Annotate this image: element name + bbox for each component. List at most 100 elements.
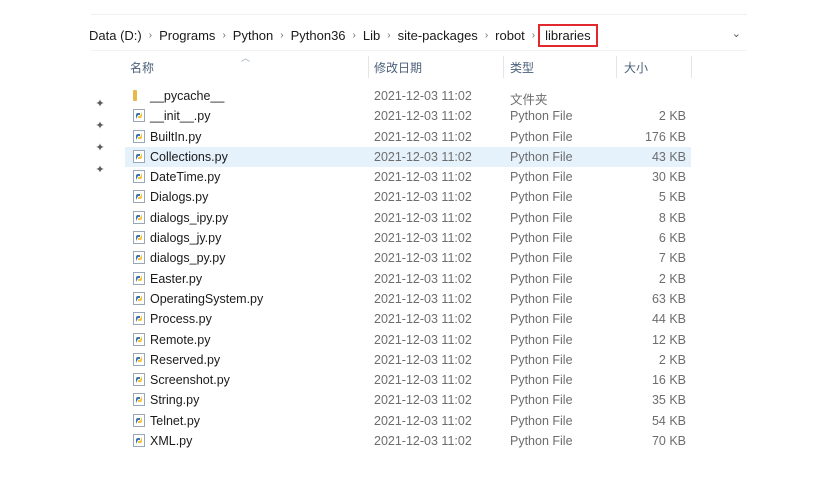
file-row[interactable]: __pycache__ 2021-12-03 11:02 文件夹: [125, 86, 691, 107]
file-date: 2021-12-03 11:02: [374, 332, 472, 347]
file-row[interactable]: Easter.py 2021-12-03 11:02 Python File 2 KB: [125, 269, 691, 289]
file-type: Python File: [510, 170, 573, 185]
file-name[interactable]: String.py: [150, 393, 199, 407]
breadcrumb-chevron-icon[interactable]: ›: [382, 30, 395, 41]
file-name[interactable]: Collections.py: [150, 150, 228, 164]
file-row[interactable]: __init__.py 2021-12-03 11:02 Python File 2 …: [125, 106, 691, 126]
column-divider[interactable]: [616, 56, 617, 78]
file-size: 70 KB: [651, 434, 686, 449]
file-row[interactable]: OperatingSystem.py 2021-12-03 11:02 Python…: [125, 289, 691, 309]
file-row[interactable]: dialogs_ipy.py 2021-12-03 11:02 Python Fil…: [125, 208, 691, 228]
pin-icon[interactable]: ✦: [94, 164, 106, 176]
file-row[interactable]: String.py 2021-12-03 11:02 Python File 35 K…: [125, 390, 691, 410]
file-date: 2021-12-03 11:02: [374, 149, 472, 164]
column-header-name[interactable]: 名称: [130, 59, 154, 76]
python-file-icon: [133, 312, 145, 326]
pin-icon[interactable]: ✦: [94, 98, 106, 110]
file-date: 2021-12-03 11:02: [374, 210, 472, 225]
file-size: 8 KB: [658, 210, 686, 225]
file-name[interactable]: __init__.py: [150, 109, 210, 123]
column-divider[interactable]: [503, 56, 504, 78]
file-row[interactable]: DateTime.py 2021-12-03 11:02 Python File 30…: [125, 167, 691, 187]
file-type: Python File: [510, 210, 573, 225]
breadcrumb-segment[interactable]: Programs: [157, 28, 217, 43]
column-header-size[interactable]: 大小: [624, 59, 648, 76]
file-size: 44 KB: [651, 312, 686, 327]
file-size: 12 KB: [651, 332, 686, 347]
file-list: __pycache__ 2021-12-03 11:02 文件夹 __init__.p…: [125, 86, 691, 451]
file-type: Python File: [510, 149, 573, 164]
breadcrumb-chevron-icon[interactable]: ›: [275, 30, 288, 41]
file-name[interactable]: dialogs_jy.py: [150, 231, 221, 245]
breadcrumb-segment[interactable]: site-packages: [396, 28, 480, 43]
breadcrumb-segment[interactable]: Lib: [361, 28, 382, 43]
file-name[interactable]: dialogs_ipy.py: [150, 211, 228, 225]
breadcrumb-chevron-icon[interactable]: ›: [348, 30, 361, 41]
file-date: 2021-12-03 11:02: [374, 271, 472, 286]
python-file-icon: [133, 413, 145, 427]
file-size: 54 KB: [651, 413, 686, 428]
breadcrumb-chevron-icon[interactable]: ›: [144, 30, 157, 41]
column-header: ︿ 名称 修改日期 类型 大小: [125, 53, 695, 78]
file-size: 7 KB: [658, 251, 686, 266]
python-file-icon: [133, 352, 145, 366]
file-name[interactable]: Screenshot.py: [150, 373, 230, 387]
file-date: 2021-12-03 11:02: [374, 291, 472, 306]
file-type: Python File: [510, 373, 573, 388]
file-row[interactable]: Telnet.py 2021-12-03 11:02 Python File 54 K…: [125, 411, 691, 431]
column-header-type[interactable]: 类型: [510, 59, 534, 76]
column-header-date[interactable]: 修改日期: [374, 59, 422, 76]
file-size: 176 KB: [644, 129, 686, 144]
file-size: 63 KB: [651, 291, 686, 306]
breadcrumb-segment[interactable]: Data (D:): [87, 28, 144, 43]
chevron-down-icon[interactable]: ⌄: [732, 27, 741, 40]
file-row[interactable]: dialogs_jy.py 2021-12-03 11:02 Python File…: [125, 228, 691, 248]
file-row[interactable]: Process.py 2021-12-03 11:02 Python File 44 …: [125, 309, 691, 329]
breadcrumb[interactable]: Data (D:) › Programs › Python › Python36 › Lib › s…: [89, 21, 747, 49]
file-date: 2021-12-03 11:02: [374, 251, 472, 266]
file-name[interactable]: DateTime.py: [150, 170, 220, 184]
file-row[interactable]: dialogs_py.py 2021-12-03 11:02 Python File…: [125, 248, 691, 268]
file-name[interactable]: XML.py: [150, 434, 192, 448]
python-file-icon: [133, 109, 145, 123]
breadcrumb-segment[interactable]: robot: [493, 28, 527, 43]
file-name[interactable]: BuiltIn.py: [150, 130, 201, 144]
breadcrumb-chevron-icon[interactable]: ›: [480, 30, 493, 41]
file-size: 2 KB: [658, 109, 686, 124]
breadcrumb-segment[interactable]: Python36: [289, 28, 348, 43]
file-name[interactable]: dialogs_py.py: [150, 251, 226, 265]
python-file-icon: [133, 210, 145, 224]
file-row[interactable]: XML.py 2021-12-03 11:02 Python File 70 KB: [125, 431, 691, 451]
file-type: Python File: [510, 413, 573, 428]
breadcrumb-chevron-icon[interactable]: ›: [217, 30, 230, 41]
file-date: 2021-12-03 11:02: [374, 393, 472, 408]
file-type: Python File: [510, 271, 573, 286]
column-divider[interactable]: [691, 56, 692, 78]
address-bar-top-border: [91, 14, 747, 15]
file-size: 5 KB: [658, 190, 686, 205]
pin-icon[interactable]: ✦: [94, 142, 106, 154]
pin-icon[interactable]: ✦: [94, 120, 106, 132]
file-name[interactable]: __pycache__: [150, 89, 224, 103]
file-row[interactable]: Screenshot.py 2021-12-03 11:02 Python File…: [125, 370, 691, 390]
file-row[interactable]: Dialogs.py 2021-12-03 11:02 Python File 5 K…: [125, 187, 691, 207]
breadcrumb-segment[interactable]: libraries: [538, 23, 598, 47]
column-divider[interactable]: [368, 56, 369, 78]
file-row[interactable]: Remote.py 2021-12-03 11:02 Python File 12 K…: [125, 330, 691, 350]
file-row[interactable]: Collections.py 2021-12-03 11:02 Python Fil…: [125, 146, 691, 168]
file-name[interactable]: Reserved.py: [150, 353, 220, 367]
file-name[interactable]: Telnet.py: [150, 414, 200, 428]
python-file-icon: [133, 291, 145, 305]
file-name[interactable]: Process.py: [150, 312, 212, 326]
file-type: Python File: [510, 190, 573, 205]
file-name[interactable]: Remote.py: [150, 333, 210, 347]
file-name[interactable]: Dialogs.py: [150, 190, 208, 204]
python-file-icon: [133, 271, 145, 285]
file-row[interactable]: Reserved.py 2021-12-03 11:02 Python File 2 …: [125, 350, 691, 370]
file-name[interactable]: OperatingSystem.py: [150, 292, 263, 306]
file-date: 2021-12-03 11:02: [374, 170, 472, 185]
file-name[interactable]: Easter.py: [150, 272, 202, 286]
file-type: Python File: [510, 352, 573, 367]
breadcrumb-segment[interactable]: Python: [231, 28, 275, 43]
file-row[interactable]: BuiltIn.py 2021-12-03 11:02 Python File 176…: [125, 127, 691, 147]
